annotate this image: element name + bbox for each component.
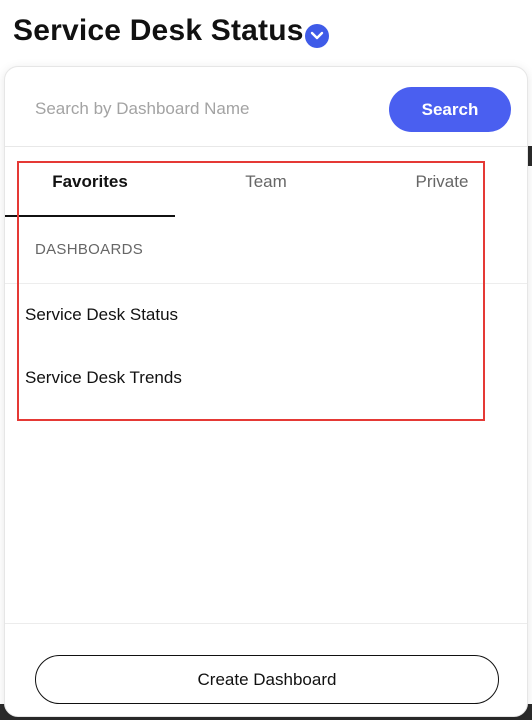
page-title: Service Desk Status (13, 14, 304, 47)
list-item-label: Service Desk Status (25, 305, 179, 324)
tab-label: Private (415, 172, 469, 191)
tab-favorites[interactable]: Favorites (5, 147, 175, 217)
dashboard-picker-panel: Search Favorites Team Private DASHBOARDS… (4, 66, 528, 717)
list-item-service-desk-trends[interactable]: Service Desk Trends (5, 350, 527, 406)
list-item-label: Service Desk Trends (25, 368, 182, 387)
active-tab-indicator (5, 215, 175, 217)
search-button[interactable]: Search (389, 87, 511, 132)
page-header: Service Desk Status (0, 0, 532, 66)
dashboards-section-header: DASHBOARDS (35, 241, 144, 258)
search-input[interactable] (21, 87, 371, 131)
divider (5, 283, 527, 284)
tab-label: Team (245, 172, 287, 191)
tab-private[interactable]: Private (357, 147, 527, 217)
divider (5, 623, 527, 624)
create-dashboard-button[interactable]: Create Dashboard (35, 655, 499, 704)
tab-bar: Favorites Team Private (5, 147, 527, 217)
chevron-down-icon (310, 31, 324, 40)
dashboard-switcher-button[interactable] (305, 24, 329, 48)
tab-team[interactable]: Team (181, 147, 351, 217)
tab-label: Favorites (52, 172, 128, 191)
list-item-service-desk-status[interactable]: Service Desk Status (5, 287, 527, 343)
